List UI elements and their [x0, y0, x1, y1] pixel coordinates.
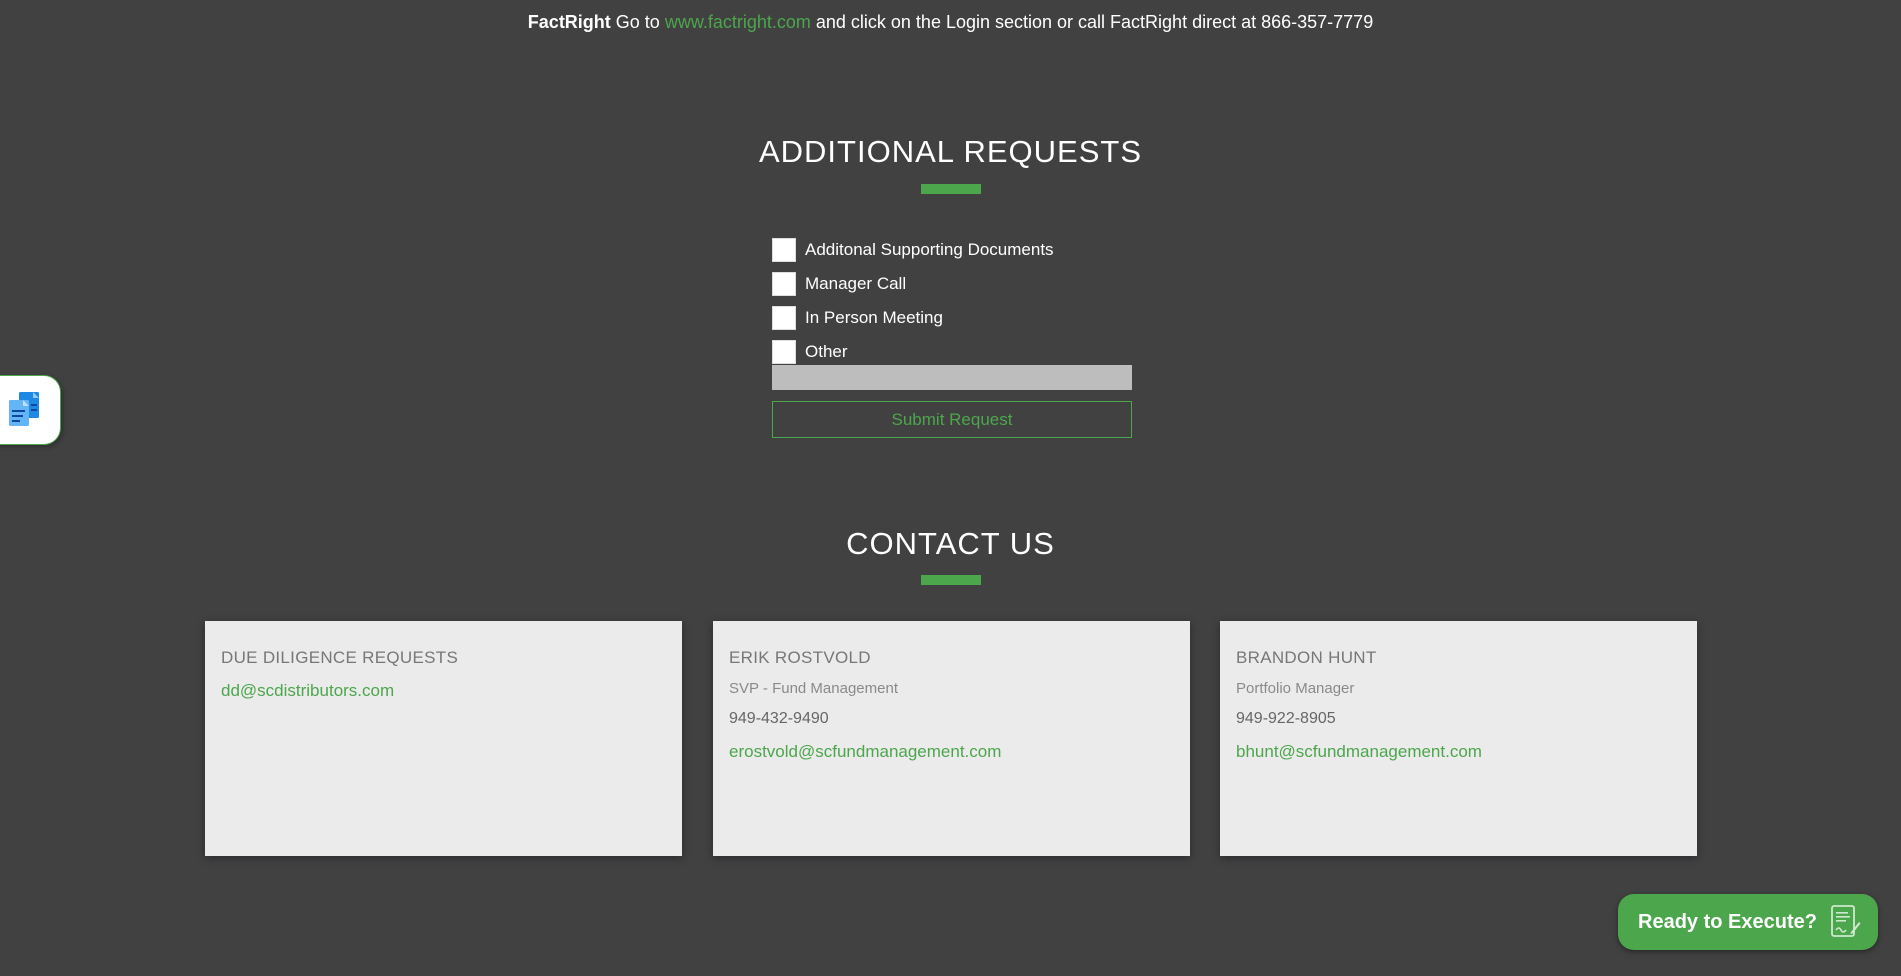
contact-email[interactable]: bhunt@scfundmanagement.com — [1236, 742, 1681, 762]
contact-email[interactable]: erostvold@scfundmanagement.com — [729, 742, 1174, 762]
contact-email[interactable]: dd@scdistributors.com — [221, 681, 666, 701]
option-label: Additonal Supporting Documents — [805, 240, 1054, 259]
checkbox[interactable] — [772, 272, 796, 296]
contact-name: ERIK ROSTVOLD — [729, 648, 871, 667]
notice-suffix: and click on the Login section or call F… — [810, 12, 1374, 32]
document-sign-icon — [1831, 905, 1861, 937]
contact-phone[interactable]: 949-922-8905 — [1236, 710, 1681, 728]
request-options: Additonal Supporting Documents Manager C… — [772, 233, 1054, 369]
documents-icon — [9, 392, 39, 426]
contact-card-erik-rostvold: ERIK ROSTVOLD SVP - Fund Management 949-… — [713, 621, 1190, 856]
option-in-person-meeting[interactable]: In Person Meeting — [772, 301, 1054, 335]
ready-to-execute-button[interactable]: Ready to Execute? — [1618, 894, 1878, 950]
page: FactRight Go to www.factright.com and cl… — [0, 0, 1901, 976]
contact-phone[interactable]: 949-432-9490 — [729, 710, 1174, 728]
other-request-input[interactable] — [772, 365, 1132, 390]
contact-role: Portfolio Manager — [1236, 680, 1355, 697]
title-underline — [921, 575, 981, 585]
ready-to-execute-label: Ready to Execute? — [1638, 910, 1817, 933]
checkbox[interactable] — [772, 238, 796, 262]
notice-prefix: Go to — [610, 12, 665, 32]
option-other[interactable]: Other — [772, 335, 1054, 369]
option-manager-call[interactable]: Manager Call — [772, 267, 1054, 301]
option-label: Manager Call — [805, 274, 907, 293]
contact-card-due-diligence: DUE DILIGENCE REQUESTS dd@scdistributors… — [205, 621, 682, 856]
title-underline — [921, 184, 981, 194]
option-supporting-documents[interactable]: Additonal Supporting Documents — [772, 233, 1054, 267]
option-label: Other — [805, 342, 848, 361]
checkbox[interactable] — [772, 340, 796, 364]
checkbox[interactable] — [772, 306, 796, 330]
contact-name: BRANDON HUNT — [1236, 648, 1377, 667]
submit-request-button[interactable]: Submit Request — [772, 401, 1132, 438]
factright-notice: FactRight Go to www.factright.com and cl… — [0, 12, 1901, 33]
factright-brand: FactRight — [527, 12, 611, 32]
contact-name: DUE DILIGENCE REQUESTS — [221, 648, 459, 667]
documents-side-tab[interactable] — [0, 376, 60, 444]
additional-requests-title: ADDITIONAL REQUESTS — [758, 134, 1143, 169]
contact-role: SVP - Fund Management — [729, 680, 898, 697]
contact-us-title: CONTACT US — [846, 526, 1055, 561]
factright-link[interactable]: www.factright.com — [665, 12, 811, 32]
option-label: In Person Meeting — [805, 308, 943, 327]
contact-card-brandon-hunt: BRANDON HUNT Portfolio Manager 949-922-8… — [1220, 621, 1697, 856]
